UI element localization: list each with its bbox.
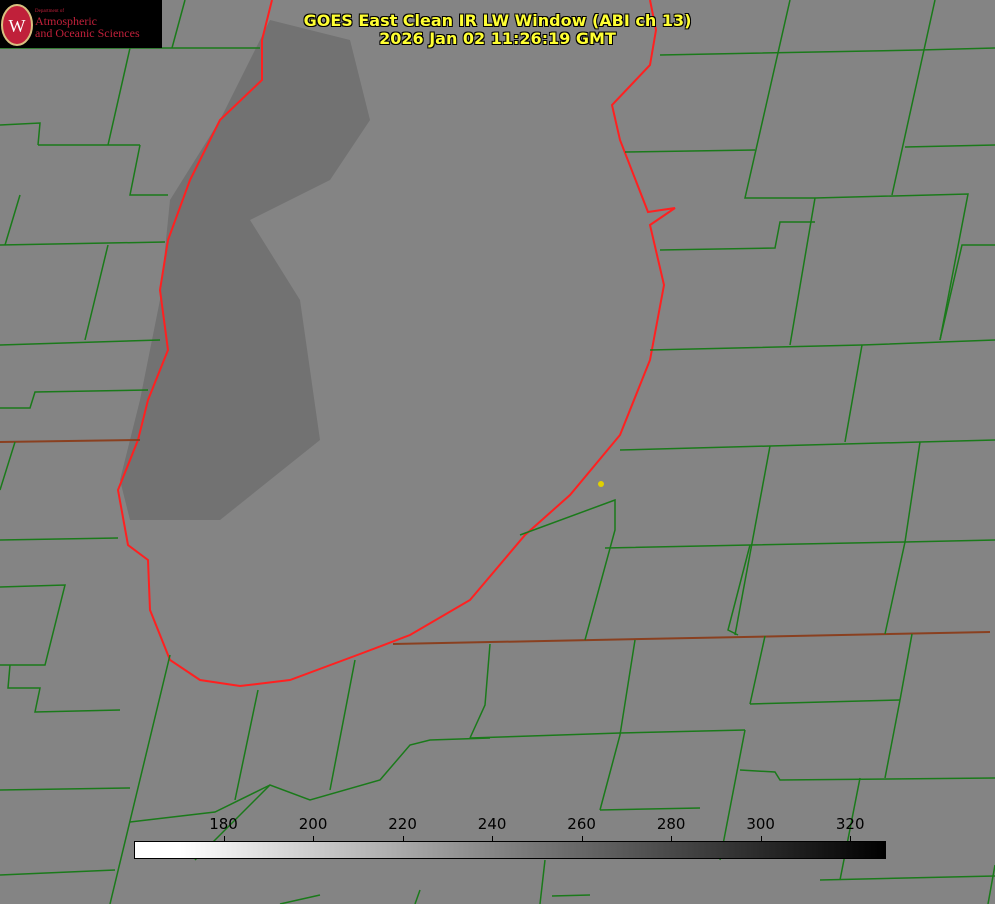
colorbar-tick-mark (492, 836, 494, 841)
colorbar-tick-mark (760, 836, 762, 841)
image-title: GOES East Clean IR LW Window (ABI ch 13)… (0, 12, 995, 48)
colorbar-tick-label: 220 (388, 815, 417, 833)
colorbar-tick-mark (402, 836, 404, 841)
colorbar-tick-mark (223, 836, 225, 841)
location-marker (598, 481, 604, 487)
title-line-2: 2026 Jan 02 11:26:19 GMT (379, 29, 616, 48)
colorbar-tick-label: 200 (298, 815, 328, 833)
colorbar-tick-mark (850, 836, 852, 841)
temperature-colorbar (134, 841, 886, 859)
colorbar-tick-mark (313, 836, 315, 841)
colorbar-tick-label: 240 (477, 815, 507, 833)
colorbar-tick-label: 280 (656, 815, 686, 833)
satellite-map (0, 0, 995, 904)
title-line-1: GOES East Clean IR LW Window (ABI ch 13) (303, 11, 692, 30)
colorbar-tick-mark (581, 836, 583, 841)
colorbar-tick-label: 180 (209, 815, 238, 833)
colorbar-tick-label: 300 (746, 815, 775, 833)
colorbar-tick-mark (671, 836, 673, 841)
colorbar-tick-label: 260 (567, 815, 596, 833)
colorbar-tick-label: 320 (835, 815, 865, 833)
